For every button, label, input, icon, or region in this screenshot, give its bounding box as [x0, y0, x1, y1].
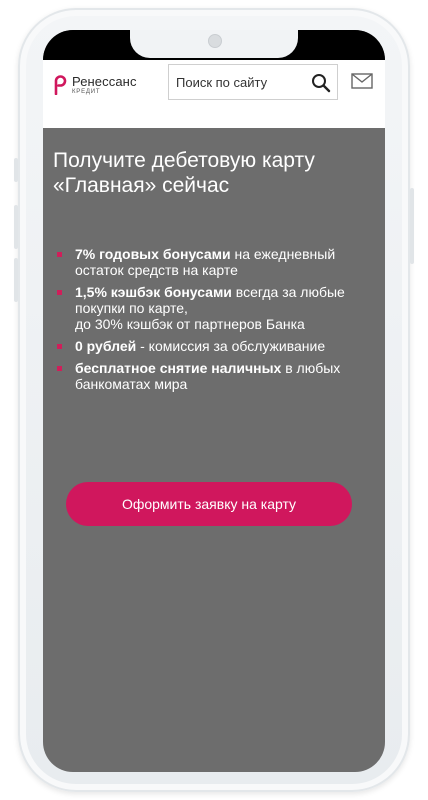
- benefit-item: 0 рублей - комиссия за обслуживание: [53, 338, 378, 354]
- bullet-marker: [57, 344, 62, 349]
- bullet-marker: [57, 366, 62, 371]
- benefit-highlight: 1,5% кэшбэк бонусами: [75, 284, 232, 300]
- brand-logo[interactable]: Ренессанс КРЕДИТ: [53, 70, 137, 100]
- status-bar: [43, 30, 385, 60]
- apply-card-button[interactable]: Оформить заявку на карту: [66, 482, 352, 526]
- hero-section: Получите дебетовую карту «Главная» сейча…: [43, 128, 385, 772]
- bullet-marker: [57, 290, 62, 295]
- search-icon[interactable]: [311, 73, 331, 93]
- benefits-list: 7% годовых бонусами на ежедневный остато…: [53, 246, 378, 398]
- mail-icon[interactable]: [350, 71, 374, 91]
- search-input[interactable]: [169, 74, 306, 90]
- benefit-item: 1,5% кэшбэк бонусами всегда за любые пок…: [53, 284, 378, 332]
- benefit-highlight: бесплатное снятие наличных: [75, 360, 282, 376]
- hero-title-line-2: «Главная» сейчас: [53, 174, 230, 197]
- benefit-highlight: 7% годовых бонусами: [75, 246, 231, 262]
- benefit-highlight: 0 рублей: [75, 338, 137, 354]
- search-box: [168, 64, 338, 100]
- hero-title: Получите дебетовую карту «Главная» сейча…: [53, 148, 373, 198]
- logo-subtitle: КРЕДИТ: [72, 89, 101, 95]
- bullet-marker: [57, 252, 62, 257]
- hero-title-line-1: Получите дебетовую карту: [53, 149, 315, 172]
- phone-side-button: [14, 158, 18, 182]
- phone-notch: [130, 30, 298, 58]
- phone-volume-down-button: [14, 258, 18, 302]
- benefit-item: бесплатное снятие наличных в любых банко…: [53, 360, 378, 392]
- site-header: Ренессанс КРЕДИТ: [43, 60, 385, 128]
- phone-volume-up-button: [14, 205, 18, 249]
- benefit-extra-text: до 30% кэшбэк от партнеров Банка: [75, 316, 305, 332]
- benefit-item: 7% годовых бонусами на ежедневный остато…: [53, 246, 378, 278]
- benefit-text: - комиссия за обслуживание: [136, 338, 326, 354]
- front-camera: [208, 34, 222, 48]
- renaissance-logo-icon: [54, 75, 67, 95]
- phone-power-button: [410, 188, 414, 264]
- phone-screen: Ренессанс КРЕДИТ Получите дебетовую карт…: [43, 30, 385, 772]
- logo-name: Ренессанс: [72, 74, 137, 89]
- logo-text: Ренессанс КРЕДИТ: [72, 75, 137, 95]
